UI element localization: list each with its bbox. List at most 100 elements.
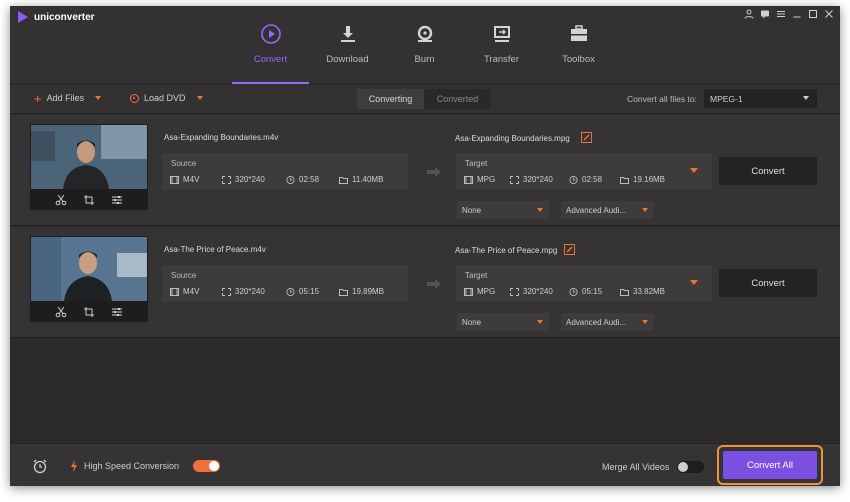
effects-icon[interactable] — [111, 306, 123, 318]
merge-label: Merge All Videos — [602, 462, 670, 472]
clock-icon — [569, 175, 578, 184]
source-duration: 05:15 — [299, 287, 320, 296]
chevron-down-icon[interactable] — [690, 168, 698, 173]
subtitle-select[interactable]: None — [457, 313, 549, 331]
folder-icon — [620, 176, 629, 184]
convert-button[interactable]: Convert — [719, 157, 817, 185]
convert-button[interactable]: Convert — [719, 269, 817, 297]
chevron-down-icon[interactable] — [196, 96, 203, 100]
target-info: Target MPG 320*240 02:58 19.16MB — [456, 153, 712, 190]
app-logo: uniconverter — [18, 11, 95, 23]
burn-icon — [413, 22, 437, 46]
toggle-knob — [678, 462, 689, 472]
chevron-down-icon — [537, 208, 543, 212]
arrow-right-icon — [427, 167, 441, 177]
close-icon[interactable] — [823, 9, 834, 22]
output-format-select[interactable]: MPEG-1 — [704, 89, 817, 108]
source-info: Source M4V 320*240 05:15 19.89MB — [162, 265, 408, 302]
convert-all-to-label: Convert all files to: — [627, 94, 697, 104]
download-icon — [336, 22, 360, 46]
high-speed-toggle[interactable] — [193, 460, 221, 472]
clock-icon — [569, 287, 578, 296]
target-details: MPG 320*240 05:15 33.82MB — [464, 287, 665, 296]
crop-icon[interactable] — [83, 194, 95, 206]
load-dvd-label: Load DVD — [144, 93, 186, 103]
chat-icon[interactable] — [759, 9, 770, 22]
target-duration: 02:58 — [582, 175, 603, 184]
file-list: Asa-Expanding Boundaries.m4v Source M4V … — [10, 115, 840, 442]
resolution-icon — [510, 287, 519, 296]
maximize-icon[interactable] — [807, 9, 818, 22]
source-size: 11.40MB — [352, 175, 384, 184]
source-details: M4V 320*240 05:15 19.89MB — [170, 287, 384, 296]
source-resolution: 320*240 — [235, 175, 265, 184]
tab-burn-label: Burn — [414, 54, 435, 65]
toolbox-icon — [567, 22, 591, 46]
tab-converted[interactable]: Converted — [424, 89, 491, 109]
audio-select[interactable]: Advanced Audi... — [561, 313, 654, 331]
video-thumbnail[interactable] — [30, 236, 148, 322]
app-title: uniconverter — [34, 11, 95, 23]
source-resolution: 320*240 — [235, 287, 265, 296]
chevron-down-icon[interactable] — [690, 280, 698, 285]
chevron-down-icon — [803, 96, 809, 100]
merge-toggle[interactable] — [677, 461, 705, 473]
toolbar: + Add Files Load DVD Converting Converte… — [10, 85, 840, 114]
tab-convert[interactable]: Convert — [232, 22, 309, 84]
clock-icon — [286, 175, 295, 184]
transfer-icon — [490, 22, 514, 46]
tab-burn[interactable]: Burn — [386, 22, 463, 84]
resolution-icon — [222, 175, 231, 184]
chevron-down-icon[interactable] — [95, 96, 102, 100]
convert-icon — [259, 22, 283, 46]
source-duration: 02:58 — [299, 175, 320, 184]
trim-icon[interactable] — [55, 306, 67, 318]
tab-download[interactable]: Download — [309, 22, 386, 84]
target-resolution: 320*240 — [523, 175, 553, 184]
effects-icon[interactable] — [111, 194, 123, 206]
folder-icon — [620, 288, 629, 296]
target-size: 33.82MB — [633, 287, 666, 296]
audio-select[interactable]: Advanced Audi... — [561, 201, 654, 219]
chevron-down-icon — [537, 320, 543, 324]
menu-icon[interactable] — [775, 9, 786, 22]
tab-transfer-label: Transfer — [483, 54, 520, 65]
trim-icon[interactable] — [55, 194, 67, 206]
main-nav: Convert Download Burn Transfer Toolbox — [232, 22, 617, 84]
toggle-knob — [209, 461, 220, 471]
film-icon — [464, 175, 473, 184]
source-size: 19.89MB — [352, 287, 385, 296]
user-icon[interactable] — [743, 9, 754, 22]
subtitle-value: None — [462, 317, 482, 327]
video-thumbnail[interactable] — [30, 124, 148, 210]
subtitle-select[interactable]: None — [457, 201, 549, 219]
crop-icon[interactable] — [83, 306, 95, 318]
plus-icon: + — [34, 90, 42, 106]
convert-all-button[interactable]: Convert All — [723, 451, 817, 479]
source-label: Source — [171, 159, 197, 168]
minimize-icon[interactable] — [791, 9, 802, 22]
status-toggle: Converting Converted — [357, 89, 491, 109]
tab-toolbox[interactable]: Toolbox — [540, 22, 617, 84]
edit-icon[interactable] — [581, 132, 592, 143]
source-info: Source M4V 320*240 02:58 11.40MB — [162, 153, 408, 190]
source-format: M4V — [183, 287, 200, 296]
source-file-name: Asa-The Price of Peace.m4v — [164, 245, 266, 254]
target-resolution: 320*240 — [523, 287, 553, 296]
thumbnail-tools — [30, 190, 148, 210]
merge-all-videos: Merge All Videos — [602, 461, 705, 473]
convert-all-focus-ring: Convert All — [717, 445, 823, 485]
edit-icon[interactable] — [564, 244, 575, 255]
audio-value: Advanced Audi... — [566, 205, 627, 215]
tab-converting[interactable]: Converting — [357, 89, 424, 109]
alarm-clock-icon[interactable] — [32, 458, 48, 474]
tab-convert-label: Convert — [253, 54, 288, 65]
tab-transfer[interactable]: Transfer — [463, 22, 540, 84]
add-files-label: Add Files — [46, 93, 85, 103]
app-window: uniconverter Convert Download Burn Trans… — [10, 6, 840, 486]
target-format: MPG — [477, 175, 496, 184]
add-files-button[interactable]: + Add Files — [34, 90, 102, 106]
folder-icon — [339, 176, 348, 184]
load-dvd-button[interactable]: Load DVD — [130, 93, 203, 103]
high-speed-conversion: High Speed Conversion — [70, 460, 221, 472]
